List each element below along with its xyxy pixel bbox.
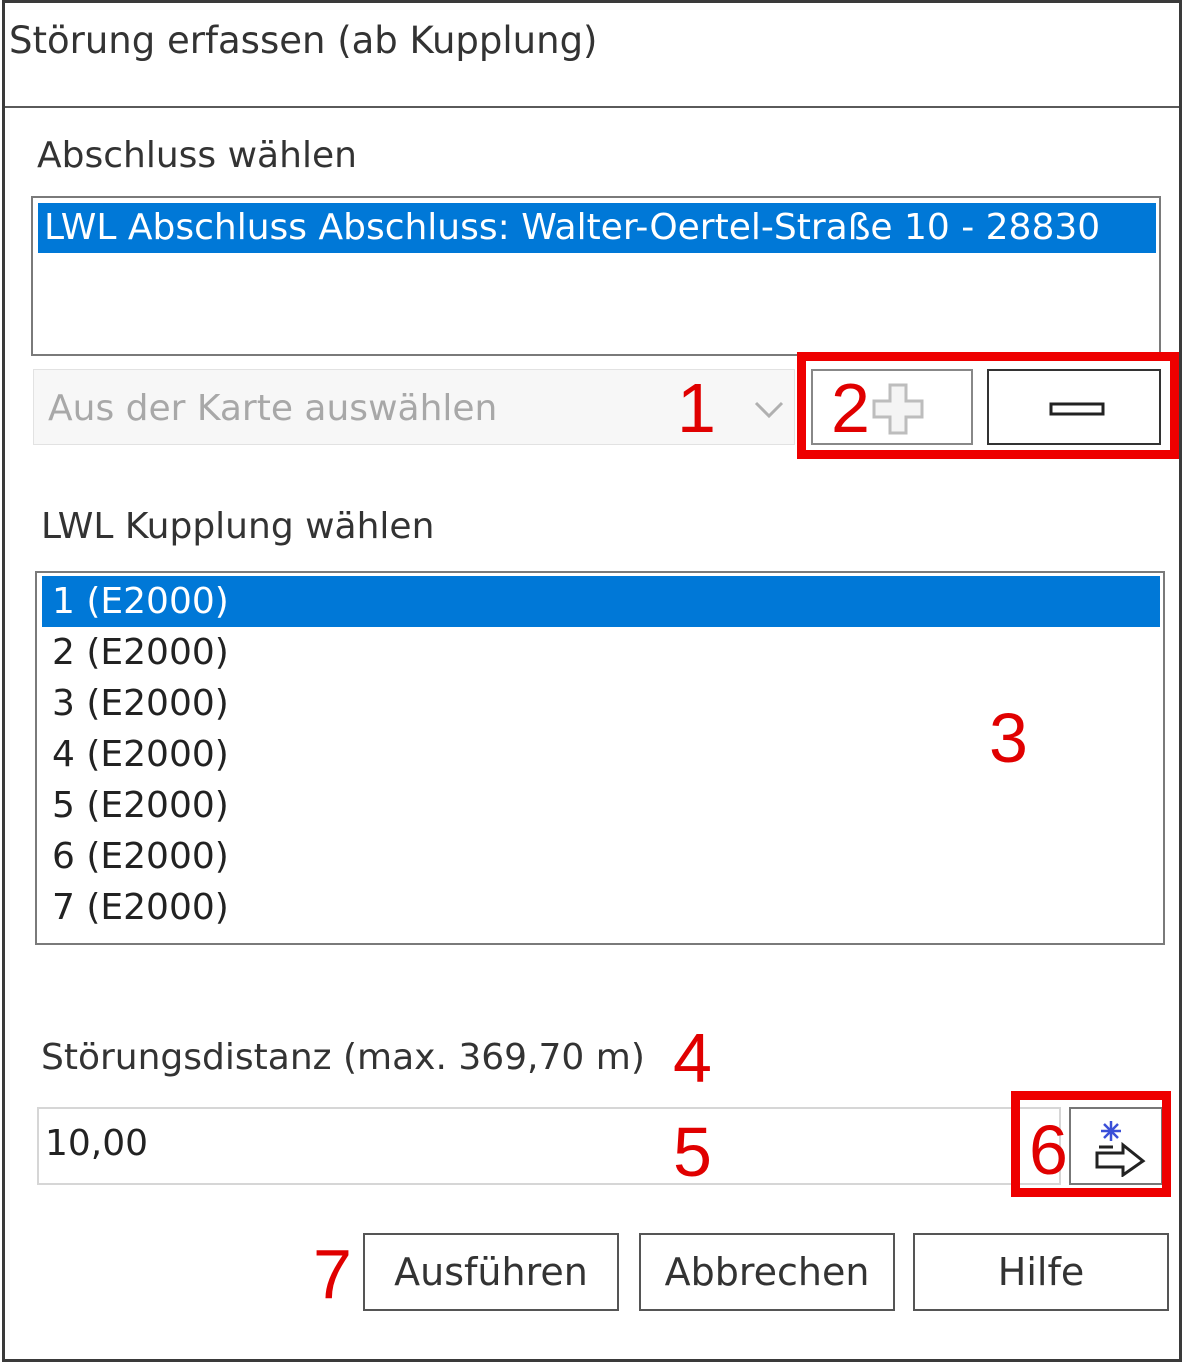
kupplung-item-7[interactable]: 7 (E2000) xyxy=(42,882,1160,933)
dialog-window: Störung erfassen (ab Kupplung) Abschluss… xyxy=(2,0,1182,1362)
minus-icon xyxy=(1049,402,1105,416)
remove-button[interactable] xyxy=(987,369,1161,445)
combo-placeholder: Aus der Karte auswählen xyxy=(48,388,498,429)
distance-input[interactable]: 10,00 xyxy=(37,1107,1061,1185)
abschluss-item[interactable]: LWL Abschluss Abschluss: Walter-Oertel-S… xyxy=(38,203,1156,253)
window-title: Störung erfassen (ab Kupplung) xyxy=(9,19,598,62)
kupplung-item-6[interactable]: 6 (E2000) xyxy=(42,831,1160,882)
cancel-button[interactable]: Abbrechen xyxy=(639,1233,895,1311)
kupplung-item-5[interactable]: 5 (E2000) xyxy=(42,780,1160,831)
annotation-3: 3 xyxy=(989,699,1028,777)
title-bar: Störung erfassen (ab Kupplung) xyxy=(5,3,1179,108)
kupplung-label: LWL Kupplung wählen xyxy=(41,506,435,547)
pick-from-map-button[interactable] xyxy=(1069,1107,1163,1185)
distance-value: 10,00 xyxy=(45,1123,149,1164)
annotation-1: 1 xyxy=(677,369,716,447)
execute-button[interactable]: Ausführen xyxy=(363,1233,619,1311)
abschluss-listbox[interactable]: LWL Abschluss Abschluss: Walter-Oertel-S… xyxy=(31,196,1161,356)
annotation-2: 2 xyxy=(831,369,870,447)
annotation-7: 7 xyxy=(313,1235,352,1313)
help-button[interactable]: Hilfe xyxy=(913,1233,1169,1311)
annotation-4: 4 xyxy=(673,1019,712,1097)
abschluss-label: Abschluss wählen xyxy=(37,135,357,176)
chevron-down-icon xyxy=(754,401,784,419)
kupplung-item-2[interactable]: 2 (E2000) xyxy=(42,627,1160,678)
annotation-5: 5 xyxy=(673,1113,712,1191)
kupplung-item-1[interactable]: 1 (E2000) xyxy=(42,576,1160,627)
plus-icon xyxy=(872,383,924,435)
pick-from-map-icon xyxy=(1095,1121,1146,1177)
distance-label: Störungsdistanz (max. 369,70 m) xyxy=(41,1037,645,1078)
annotation-6: 6 xyxy=(1029,1111,1068,1189)
